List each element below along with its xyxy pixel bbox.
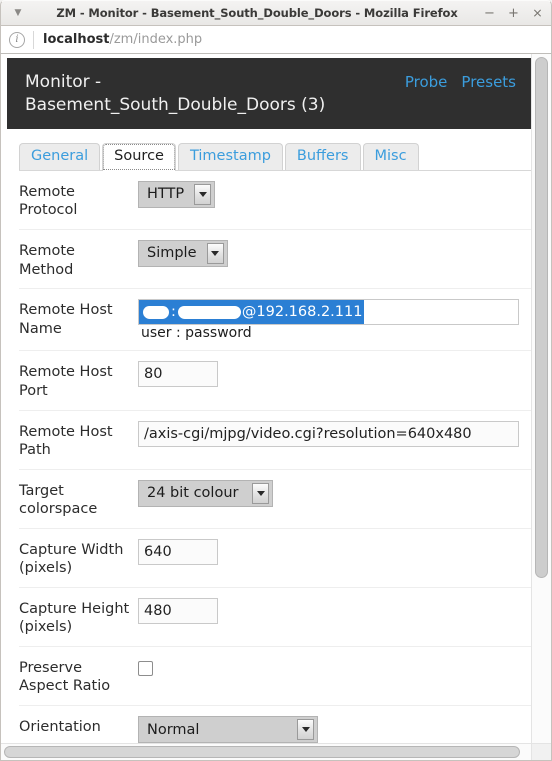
url-separator [33,30,34,49]
tab-buffers[interactable]: Buffers [284,142,361,171]
probe-link[interactable]: Probe [405,73,448,91]
site-info-icon[interactable]: i [9,31,25,48]
horizontal-scrollbar[interactable] [1,743,532,760]
label-remote-protocol: Remote Protocol [19,183,78,219]
row-remote-method: Remote Method Simple [19,230,532,290]
horizontal-scrollbar-thumb[interactable] [4,746,520,758]
control-capture-width: 640 [138,538,532,565]
maximize-icon[interactable]: + [507,6,520,20]
window-menu-icon[interactable]: ▼ [1,0,35,26]
capture-height-input[interactable]: 480 [138,597,218,624]
label-remote-host-port: Remote Host Port [19,364,113,399]
monitor-header: Monitor - Basement_South_Double_Doors (3… [7,58,532,129]
row-remote-host-port: Remote Host Port 80 [19,351,532,411]
orientation-value: Normal [147,721,200,738]
control-preserve-aspect-ratio [138,656,532,676]
remote-host-name-wrapper: : @192.168.2.111 [138,299,519,326]
tab-source[interactable]: Source [102,142,176,171]
remote-host-path-input[interactable]: /axis-cgi/mjpg/video.cgi?resolution=640x… [138,420,519,447]
source-settings-form: Remote Protocol HTTP Remote Method Simpl… [19,171,532,760]
label-target-colorspace: Target colorspace [19,482,98,518]
chevron-down-icon[interactable] [194,183,212,205]
row-remote-host-name: Remote Host Name : @192.168.2.111 user : … [19,289,532,352]
firefox-window: ▼ ZM - Monitor - Basement_South_Double_D… [0,0,552,761]
control-capture-height: 480 [138,597,532,624]
tab-general[interactable]: General [19,142,101,171]
chevron-down-icon[interactable] [206,242,224,264]
url-path: /zm/index.php [109,32,203,47]
remote-method-select[interactable]: Simple [138,239,228,267]
url-host: localhost [43,32,110,47]
window-controls: − + × [483,6,551,20]
vertical-scrollbar-thumb[interactable] [535,57,548,578]
redaction-blob-password [177,305,241,319]
zm-page: Monitor - Basement_South_Double_Doors (3… [1,54,532,760]
vertical-scrollbar[interactable] [531,54,551,760]
url-bar[interactable]: i localhost/zm/index.php [0,26,552,54]
target-colorspace-select[interactable]: 24 bit colour [138,479,273,507]
window-titlebar: ▼ ZM - Monitor - Basement_South_Double_D… [0,0,552,26]
redaction-blob-username [143,305,169,319]
row-capture-width: Capture Width (pixels) 640 [19,529,532,588]
control-remote-host-name: : @192.168.2.111 user : password [138,298,532,341]
browser-viewport: Monitor - Basement_South_Double_Doors (3… [0,54,552,760]
remote-host-name-value: @192.168.2.111 [241,304,363,321]
window-title: ZM - Monitor - Basement_South_Double_Doo… [56,6,458,20]
control-remote-protocol: HTTP [138,180,532,208]
row-remote-host-path: Remote Host Path /axis-cgi/mjpg/video.cg… [19,411,532,470]
close-icon[interactable]: × [531,6,544,20]
page-title: Monitor - Basement_South_Double_Doors (3… [25,72,326,115]
scrollbar-corner [531,743,551,760]
row-remote-protocol: Remote Protocol HTTP [19,171,532,230]
label-preserve-aspect-ratio: Preserve Aspect Ratio [19,659,111,695]
presets-link[interactable]: Presets [461,73,516,91]
remote-host-port-input[interactable]: 80 [138,361,218,388]
url-text: localhost/zm/index.php [43,32,202,47]
label-remote-host-path: Remote Host Path [19,423,113,459]
control-remote-host-port: 80 [138,360,532,388]
row-preserve-aspect-ratio: Preserve Aspect Ratio [19,647,532,707]
preserve-aspect-ratio-checkbox[interactable] [138,660,153,676]
capture-width-input[interactable]: 640 [138,538,218,565]
label-capture-width: Capture Width (pixels) [19,541,124,577]
tab-timestamp[interactable]: Timestamp [177,142,283,171]
label-orientation: Orientation [19,719,101,736]
remote-host-name-note: user : password [141,325,252,342]
credential-separator: : [171,304,176,321]
label-remote-method: Remote Method [19,242,75,278]
row-capture-height: Capture Height (pixels) 480 [19,588,532,647]
remote-protocol-value: HTTP [147,186,185,203]
minimize-icon[interactable]: − [483,6,496,20]
chevron-down-icon[interactable] [297,719,314,741]
control-remote-method: Simple [138,239,532,267]
control-orientation: Normal [138,715,532,744]
target-colorspace-value: 24 bit colour [147,485,239,502]
remote-method-value: Simple [147,245,197,262]
tab-bar: General Source Timestamp Buffers Misc [19,141,532,171]
label-remote-host-name: Remote Host Name [19,302,113,337]
header-actions: Probe Presets [405,71,516,91]
label-capture-height: Capture Height (pixels) [19,600,130,636]
orientation-select[interactable]: Normal [138,716,318,744]
row-target-colorspace: Target colorspace 24 bit colour [19,470,532,529]
control-target-colorspace: 24 bit colour [138,479,532,507]
remote-host-name-selection[interactable]: : @192.168.2.111 [139,300,365,325]
chevron-down-icon[interactable] [252,482,269,504]
remote-protocol-select[interactable]: HTTP [138,180,216,208]
control-remote-host-path: /axis-cgi/mjpg/video.cgi?resolution=640x… [138,420,532,447]
tab-misc[interactable]: Misc [362,142,419,171]
